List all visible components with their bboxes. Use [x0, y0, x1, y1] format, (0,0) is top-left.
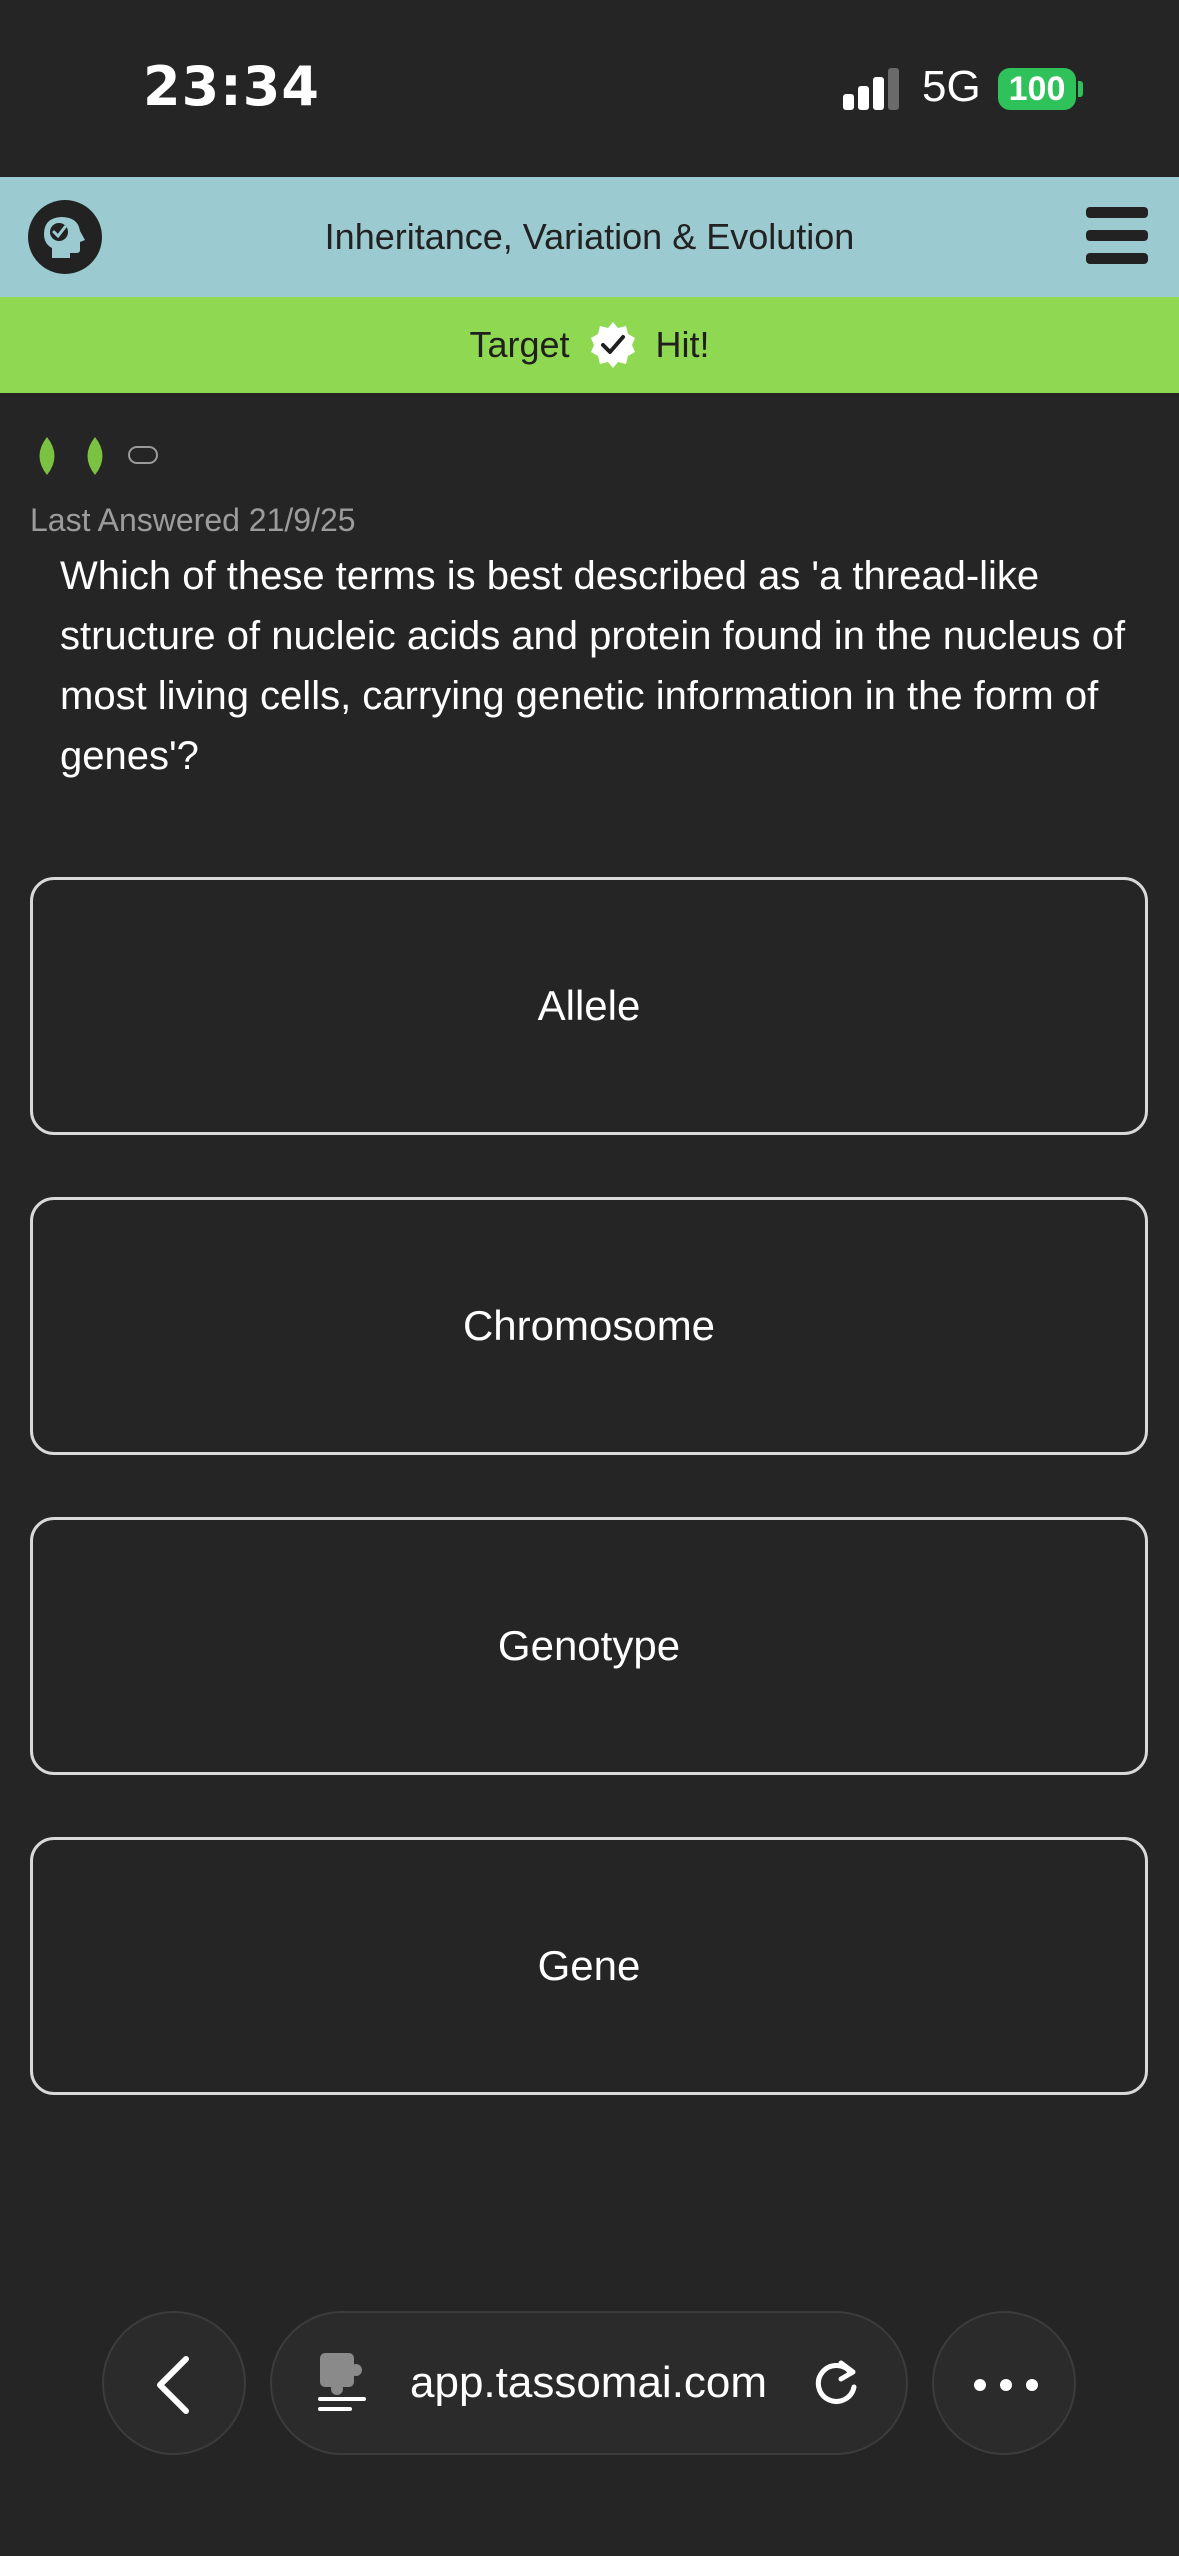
banner-left-text: Target	[469, 324, 570, 365]
back-button[interactable]	[102, 2311, 246, 2455]
status-bar: 23:34 5G 100	[0, 0, 1179, 177]
page-title: Inheritance, Variation & Evolution	[324, 216, 855, 257]
app-header: Inheritance, Variation & Evolution	[0, 177, 1179, 297]
question-text: Which of these terms is best described a…	[60, 554, 1126, 778]
tassomai-logo-icon[interactable]	[28, 200, 102, 274]
cellular-signal-icon	[843, 68, 901, 110]
answer-option-gene[interactable]: Gene	[30, 1837, 1148, 2095]
status-time: 23:34	[143, 55, 320, 118]
url-text: app.tassomai.com	[410, 2358, 768, 2407]
ellipsis-icon	[974, 2379, 1038, 2391]
extension-page-icon	[318, 2353, 366, 2411]
answer-option-chromosome[interactable]: Chromosome	[30, 1197, 1148, 1455]
battery-icon: 100	[998, 68, 1076, 110]
target-hit-banner: Target Hit!	[0, 297, 1179, 393]
menu-icon[interactable]	[1086, 207, 1148, 265]
answer-option-allele[interactable]: Allele	[30, 877, 1148, 1135]
banner-right-text: Hit!	[655, 324, 710, 365]
progress-empty-pill	[128, 446, 158, 464]
address-bar[interactable]: app.tassomai.com	[270, 2311, 908, 2455]
battery-nub	[1078, 81, 1083, 97]
check-badge-icon	[590, 322, 635, 368]
chevron-left-icon	[157, 2356, 189, 2414]
progress-leaf-icon	[87, 437, 103, 475]
answer-option-genotype[interactable]: Genotype	[30, 1517, 1148, 1775]
page: 23:34 5G 100 Inheritance, Variation & Ev…	[0, 0, 1179, 2556]
more-options-button[interactable]	[932, 2311, 1076, 2455]
last-answered-date: Last Answered 21/9/25	[30, 502, 356, 538]
reload-icon[interactable]	[807, 2353, 867, 2413]
network-type: 5G	[922, 62, 981, 111]
progress-leaf-icon	[39, 437, 55, 475]
